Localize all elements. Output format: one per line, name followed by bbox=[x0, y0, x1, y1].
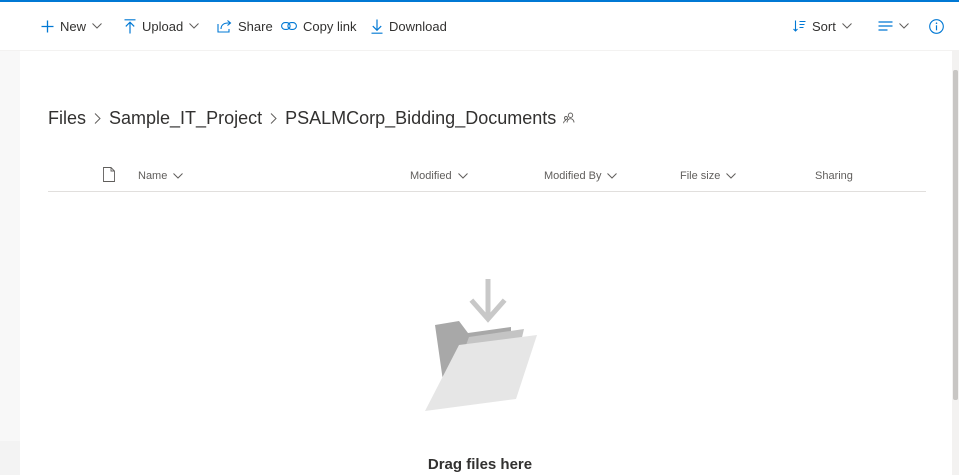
chevron-right-icon bbox=[94, 112, 101, 124]
file-size-column-label: File size bbox=[680, 170, 721, 182]
modified-by-column-header[interactable]: Modified By bbox=[544, 161, 618, 191]
chevron-down-icon bbox=[841, 23, 852, 29]
view-list-icon bbox=[878, 21, 893, 31]
shared-people-icon[interactable] bbox=[563, 112, 575, 124]
sharing-column-header[interactable]: Sharing bbox=[815, 161, 853, 191]
copy-link-button[interactable]: Copy link bbox=[281, 2, 356, 50]
modified-column-label: Modified bbox=[410, 170, 452, 182]
document-icon bbox=[103, 167, 115, 185]
empty-folder-illustration bbox=[405, 275, 555, 420]
copy-link-button-label: Copy link bbox=[303, 18, 357, 34]
column-header-row: Name Modified Modified By File size Shar… bbox=[48, 161, 926, 192]
command-bar: New Upload Share Copy link Download Sort bbox=[0, 2, 959, 51]
breadcrumb-current-folder: PSALMCorp_Bidding_Documents bbox=[285, 107, 557, 128]
breadcrumb-files[interactable]: Files bbox=[48, 108, 86, 129]
share-icon bbox=[217, 19, 232, 33]
upload-button-label: Upload bbox=[142, 18, 184, 34]
share-button-label: Share bbox=[238, 18, 273, 34]
download-button-label: Download bbox=[389, 18, 447, 34]
info-icon bbox=[929, 18, 944, 34]
modified-column-header[interactable]: Modified bbox=[410, 161, 468, 191]
new-button-label: New bbox=[60, 18, 87, 34]
info-button[interactable] bbox=[929, 2, 944, 50]
chevron-down-icon bbox=[189, 23, 200, 29]
chevron-down-icon bbox=[607, 170, 618, 182]
plus-icon bbox=[41, 20, 54, 33]
share-button[interactable]: Share bbox=[217, 2, 273, 50]
chevron-down-icon bbox=[92, 23, 102, 29]
left-pane-edge bbox=[0, 51, 20, 475]
name-column-header[interactable]: Name bbox=[138, 161, 184, 191]
breadcrumb-sample-it-project[interactable]: Sample_IT_Project bbox=[109, 108, 262, 129]
link-icon bbox=[281, 21, 297, 31]
upload-button[interactable]: Upload bbox=[124, 2, 200, 50]
view-options-button[interactable] bbox=[878, 2, 909, 50]
file-size-column-header[interactable]: File size bbox=[680, 161, 737, 191]
name-column-label: Name bbox=[138, 170, 168, 182]
file-type-header[interactable] bbox=[103, 161, 115, 191]
chevron-right-icon bbox=[270, 112, 277, 124]
download-icon bbox=[371, 19, 383, 34]
chevron-down-icon bbox=[726, 170, 737, 182]
scrollbar-thumb[interactable] bbox=[953, 70, 958, 400]
download-button[interactable]: Download bbox=[371, 2, 447, 50]
sort-icon bbox=[793, 20, 806, 32]
left-pane-lower bbox=[0, 441, 20, 475]
sort-button-label: Sort bbox=[812, 18, 836, 34]
chevron-down-icon bbox=[457, 170, 468, 182]
sharing-column-label: Sharing bbox=[815, 170, 853, 182]
modified-by-column-label: Modified By bbox=[544, 170, 602, 182]
chevron-down-icon bbox=[173, 170, 184, 182]
breadcrumb: Files Sample_IT_Project PSALMCorp_Biddin… bbox=[48, 104, 575, 132]
sort-button[interactable]: Sort bbox=[793, 2, 852, 50]
chevron-down-icon bbox=[899, 23, 909, 29]
new-button[interactable]: New bbox=[41, 2, 102, 50]
empty-state-message: Drag files here bbox=[427, 456, 533, 473]
upload-icon bbox=[124, 18, 136, 34]
